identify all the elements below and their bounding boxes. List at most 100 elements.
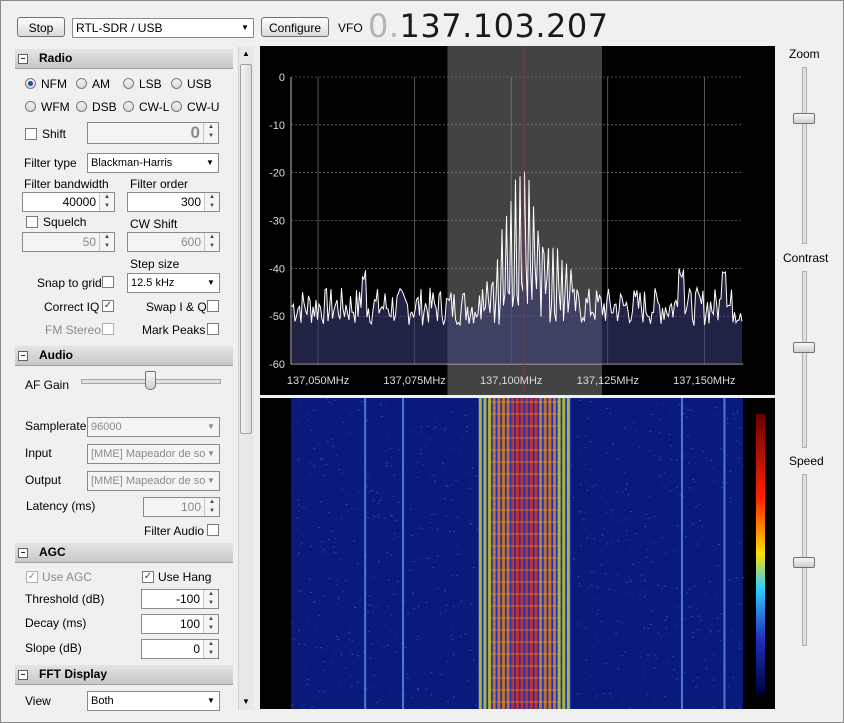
- mode-radio-am[interactable]: [76, 78, 87, 89]
- waterfall-speckle: [725, 573, 728, 575]
- waterfall-speckle: [408, 569, 411, 571]
- mode-radio-cwu[interactable]: [171, 101, 182, 112]
- step-size-select[interactable]: 12.5 kHz ▼: [127, 273, 220, 293]
- settings-scrollbar[interactable]: ▲ ▼: [238, 47, 254, 710]
- waterfall-speckle: [731, 630, 734, 632]
- filter-type-select[interactable]: Blackman-Harris ▼: [87, 153, 219, 173]
- agc-header[interactable]: − AGC: [15, 543, 233, 563]
- audio-input-select[interactable]: [MME] Mapeador de so ▼: [87, 444, 220, 464]
- snap-to-grid-checkbox[interactable]: [102, 276, 114, 288]
- mode-radio-dsb[interactable]: [76, 101, 87, 112]
- waterfall-speckle: [321, 647, 324, 649]
- spinner-arrows-icon[interactable]: ▲ ▼: [204, 193, 219, 211]
- waterfall-speckle: [348, 632, 351, 634]
- squelch-input[interactable]: 50 ▲ ▼: [22, 232, 115, 252]
- view-select[interactable]: Both ▼: [87, 691, 220, 711]
- waterfall-speckle: [698, 661, 701, 663]
- audio-header[interactable]: − Audio: [15, 346, 233, 366]
- correct-iq-checkbox[interactable]: ✓: [102, 300, 114, 312]
- waterfall-speckle: [397, 501, 400, 503]
- mark-peaks-checkbox[interactable]: [207, 323, 219, 335]
- waterfall-speckle: [318, 690, 321, 692]
- mode-label-cwu: CW-U: [187, 100, 220, 114]
- source-select[interactable]: RTL-SDR / USB ▼: [72, 18, 254, 38]
- use-agc-checkbox[interactable]: ✓: [26, 571, 38, 583]
- waterfall-speckle: [395, 520, 398, 522]
- input-label: Input: [25, 446, 52, 460]
- waterfall-speckle: [695, 686, 698, 688]
- stop-button[interactable]: Stop: [17, 17, 65, 37]
- waterfall-speckle: [406, 469, 409, 471]
- spinner-arrows-icon[interactable]: ▲ ▼: [99, 193, 114, 211]
- configure-button[interactable]: Configure: [261, 17, 329, 37]
- latency-input[interactable]: 100 ▲ ▼: [143, 497, 220, 517]
- waterfall-speckle: [620, 622, 623, 624]
- scroll-down-icon[interactable]: ▼: [242, 697, 250, 706]
- slope-input[interactable]: 0 ▲ ▼: [141, 639, 219, 659]
- radio-header[interactable]: − Radio: [15, 49, 233, 69]
- spinner-arrows-icon[interactable]: ▲ ▼: [204, 498, 219, 516]
- waterfall-speckle: [579, 545, 582, 547]
- mode-radio-wfm[interactable]: [25, 101, 36, 112]
- waterfall-speckle: [639, 656, 642, 658]
- y-tick-label: -40: [269, 263, 285, 275]
- filter-bandwidth-input[interactable]: 40000 ▲ ▼: [22, 192, 115, 212]
- shift-checkbox[interactable]: [25, 128, 37, 140]
- contrast-label: Contrast: [783, 251, 829, 265]
- filter-order-input[interactable]: 300 ▲ ▼: [127, 192, 220, 212]
- waterfall-speckle: [384, 401, 387, 403]
- x-tick-label: 137,075MHz: [383, 375, 445, 387]
- decay-input[interactable]: 100 ▲ ▼: [141, 614, 219, 634]
- zoom-slider[interactable]: [784, 67, 822, 244]
- samplerate-select[interactable]: 96000 ▼: [87, 417, 220, 437]
- waterfall-speckle: [301, 506, 304, 508]
- mode-radio-nfm[interactable]: [25, 78, 36, 89]
- contrast-slider[interactable]: [784, 271, 822, 448]
- waterfall-speckle: [297, 510, 300, 512]
- mode-radio-cwl[interactable]: [123, 101, 134, 112]
- waterfall-speckle: [346, 510, 349, 512]
- waterfall-speckle: [300, 542, 303, 544]
- waterfall-speckle: [664, 610, 667, 612]
- latency-label: Latency (ms): [26, 499, 96, 513]
- cw-shift-input[interactable]: 600 ▲ ▼: [127, 232, 220, 252]
- scrollbar-thumb[interactable]: [240, 64, 252, 434]
- zoom-slider-thumb[interactable]: [793, 113, 815, 124]
- shift-input[interactable]: 0 ▲ ▼: [87, 122, 219, 144]
- waterfall-speckle: [444, 611, 447, 613]
- scroll-up-icon[interactable]: ▲: [242, 49, 250, 58]
- speed-slider-thumb[interactable]: [793, 557, 815, 568]
- spinner-arrows-icon[interactable]: ▲ ▼: [204, 233, 219, 251]
- waterfall-speckle: [320, 458, 323, 460]
- waterfall-speckle: [342, 591, 345, 593]
- threshold-input[interactable]: -100 ▲ ▼: [141, 589, 219, 609]
- spinner-arrows-icon[interactable]: ▲ ▼: [99, 233, 114, 251]
- speed-slider[interactable]: [784, 474, 822, 646]
- contrast-slider-thumb[interactable]: [793, 342, 815, 353]
- waterfall-display[interactable]: [260, 398, 775, 709]
- squelch-checkbox[interactable]: [26, 216, 38, 228]
- use-hang-checkbox[interactable]: ✓: [142, 571, 154, 583]
- spinner-arrows-icon[interactable]: ▲ ▼: [203, 590, 218, 608]
- waterfall-speckle: [424, 669, 427, 671]
- fm-stereo-checkbox[interactable]: [102, 323, 114, 335]
- waterfall-speckle: [444, 428, 447, 430]
- vfo-frequency-display[interactable]: 0.137.103.207: [368, 7, 609, 45]
- filter-audio-checkbox[interactable]: [207, 524, 219, 536]
- waterfall-speckle: [398, 449, 401, 451]
- af-gain-slider-thumb[interactable]: [145, 371, 156, 390]
- audio-output-select[interactable]: [MME] Mapeador de so ▼: [87, 471, 220, 491]
- spinner-arrows-icon[interactable]: ▲ ▼: [203, 123, 218, 143]
- waterfall-speckle: [377, 516, 380, 518]
- mode-radio-usb[interactable]: [171, 78, 182, 89]
- spinner-arrows-icon[interactable]: ▲ ▼: [203, 615, 218, 633]
- waterfall-signal-line: [511, 398, 515, 709]
- waterfall-speckle: [579, 595, 582, 597]
- waterfall-speckle: [711, 702, 714, 704]
- mode-radio-lsb[interactable]: [123, 78, 134, 89]
- swap-iq-checkbox[interactable]: [207, 300, 219, 312]
- fft-display-header[interactable]: − FFT Display: [15, 665, 233, 685]
- waterfall-speckle: [459, 636, 462, 638]
- spectrum-plot[interactable]: 0 -10 -20 -30 -40 -50 -60137,050MHz 137,075MHz 1…: [260, 46, 775, 395]
- spinner-arrows-icon[interactable]: ▲ ▼: [203, 640, 218, 658]
